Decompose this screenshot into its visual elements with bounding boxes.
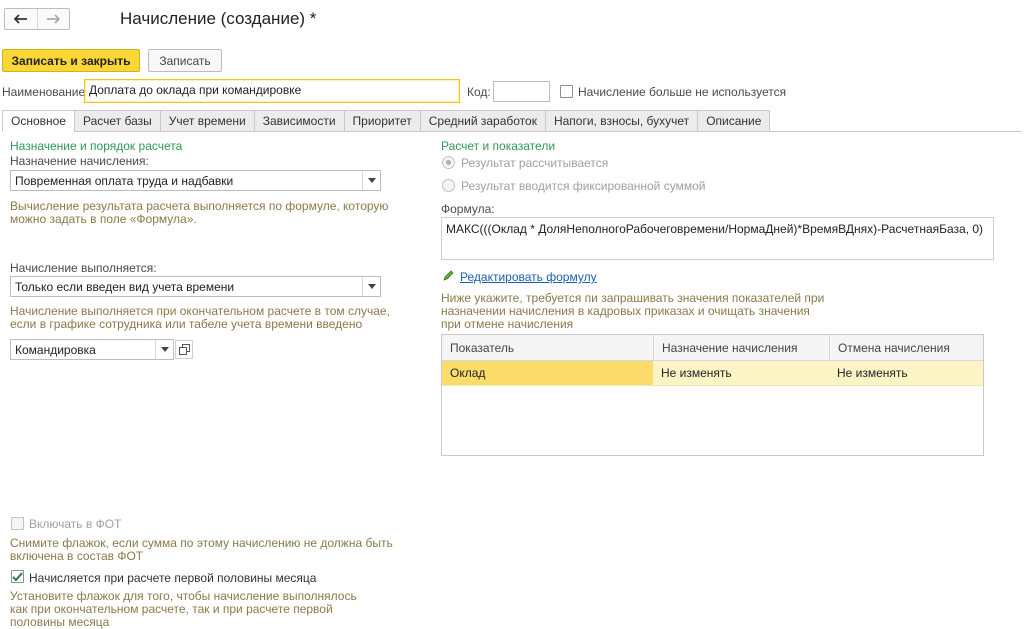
tab-base-calculation[interactable]: Расчет базы (73, 110, 160, 132)
purpose-label: Назначение начисления: (10, 154, 149, 168)
code-label: Код: (467, 85, 491, 99)
first-half-label: Начисляется при расчете первой половины … (29, 571, 317, 585)
chevron-down-icon (367, 178, 376, 183)
purpose-select-value: Повременная оплата труда и надбавки (15, 173, 234, 188)
performed-hint-line-2: если в графике сотрудника или табеле уче… (10, 317, 363, 331)
performed-select-value: Только если введен вид учета времени (15, 279, 235, 294)
radio-dot (446, 160, 451, 165)
chevron-down-icon (367, 284, 376, 289)
name-field[interactable]: Доплата до оклада при командировке (84, 79, 460, 103)
calc-section-title: Расчет и показатели (441, 139, 556, 153)
pencil-icon (443, 269, 455, 284)
unused-checkbox[interactable] (560, 85, 573, 98)
dropdown-button[interactable] (362, 277, 380, 296)
table-cell[interactable]: Оклад (442, 361, 653, 385)
tab-time-accounting[interactable]: Учет времени (159, 110, 254, 132)
indicators-hint-line-3: при отмене начисления (441, 317, 574, 331)
save-button[interactable]: Записать (148, 49, 222, 72)
tab-priority[interactable]: Приоритет (343, 110, 420, 132)
page-title: Начисление (создание) * (120, 9, 317, 28)
save-and-close-button[interactable]: Записать и закрыть (2, 49, 140, 72)
indicators-table: Показатель Назначение начисления Отмена … (441, 334, 984, 456)
include-fot-label: Включать в ФОТ (29, 517, 122, 531)
first-half-hint-line-3: половины месяца (10, 615, 110, 629)
purpose-select[interactable]: Повременная оплата труда и надбавки (10, 170, 381, 191)
open-window-icon (178, 344, 190, 355)
time-kind-value: Командировка (15, 342, 96, 357)
checkmark-icon (12, 571, 23, 581)
chevron-down-icon (160, 347, 169, 352)
performed-select[interactable]: Только если введен вид учета времени (10, 276, 381, 297)
radio-fixed-label: Результат вводится фиксированной суммой (461, 179, 706, 193)
tab-main[interactable]: Основное (2, 110, 74, 132)
tab-average-earnings[interactable]: Средний заработок (419, 110, 545, 132)
dropdown-button[interactable] (155, 340, 173, 359)
edit-formula-link[interactable]: Редактировать формулу (460, 270, 597, 284)
table-cell[interactable]: Не изменять (653, 361, 829, 385)
arrow-left-icon (13, 14, 27, 24)
formula-field[interactable]: МАКС(((Оклад * ДоляНеполногоРабочеговрем… (441, 217, 994, 260)
fot-hint-line-2: включена в состав ФОТ (10, 549, 144, 563)
code-field[interactable] (493, 81, 550, 102)
column-header-cancellation[interactable]: Отмена начисления (829, 335, 983, 360)
column-header-indicator[interactable]: Показатель (442, 335, 653, 360)
open-item-button[interactable] (175, 340, 193, 359)
formula-label: Формула: (441, 202, 495, 216)
table-header: Показатель Назначение начисления Отмена … (442, 335, 983, 361)
arrow-right-icon (47, 14, 61, 24)
radio-fixed[interactable] (442, 179, 455, 192)
back-button[interactable] (5, 9, 37, 29)
time-kind-select[interactable]: Командировка (10, 339, 174, 360)
unused-checkbox-label: Начисление больше не используется (578, 85, 787, 99)
table-cell[interactable]: Не изменять (829, 361, 983, 385)
include-fot-checkbox[interactable] (11, 517, 24, 530)
table-row[interactable]: Оклад Не изменять Не изменять (442, 361, 983, 386)
performed-label: Начисление выполняется: (10, 261, 157, 275)
column-header-assignment[interactable]: Назначение начисления (653, 335, 829, 360)
tab-taxes-accounting[interactable]: Напоги, взносы, бухучет (544, 110, 698, 132)
radio-calculated[interactable] (442, 156, 455, 169)
tab-dependencies[interactable]: Зависимости (253, 110, 344, 132)
dropdown-button[interactable] (362, 171, 380, 190)
name-label: Наименование: (2, 85, 89, 99)
tab-description[interactable]: Описание (697, 110, 771, 132)
forward-button[interactable] (36, 9, 70, 29)
purpose-hint-line-2: можно задать в поле «Формула». (10, 212, 197, 226)
first-half-checkbox[interactable] (11, 570, 24, 583)
tab-bar: Основное Расчет базы Учет времени Зависи… (2, 110, 771, 132)
history-navigation (4, 8, 70, 30)
radio-calculated-label: Результат рассчитывается (461, 156, 609, 170)
purpose-section-title: Назначение и порядок расчета (10, 139, 183, 153)
